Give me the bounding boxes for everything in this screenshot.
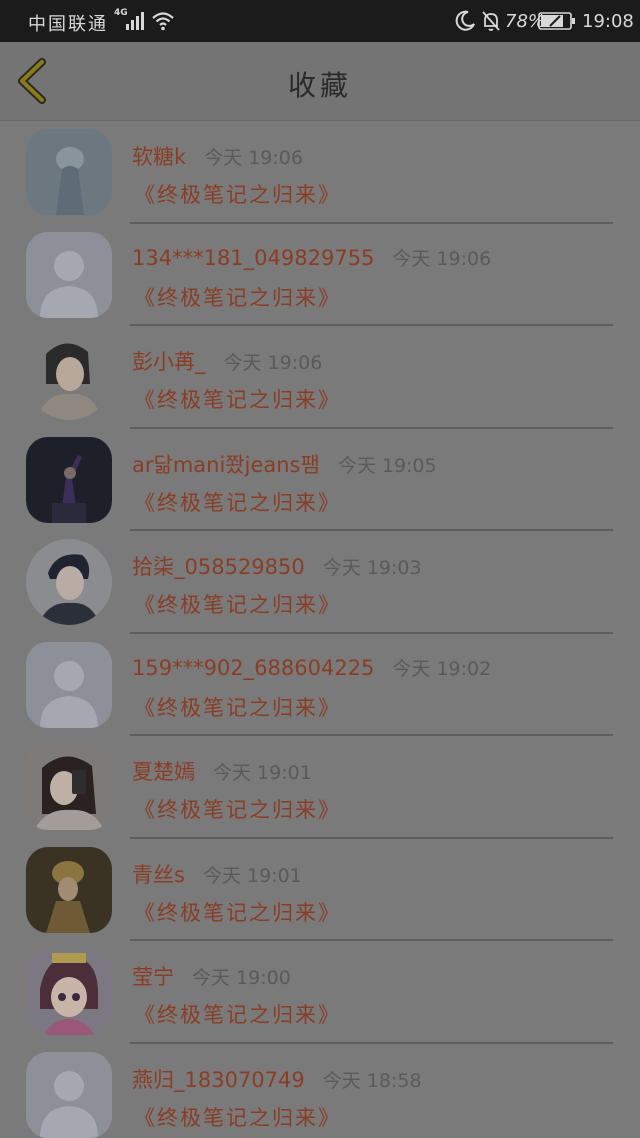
avatar[interactable]	[26, 641, 112, 728]
name-line: 拾柒_058529850 今天 19:03	[132, 551, 422, 581]
book-title[interactable]: 《终极笔记之归来》	[134, 897, 341, 927]
timestamp: 今天 19:01	[213, 762, 312, 784]
avatar[interactable]	[26, 539, 112, 625]
user-name[interactable]: 彭小苒_	[132, 350, 206, 374]
name-line: ar닮mani쫬jeans팸 今天 19:05	[132, 449, 437, 479]
timestamp: 今天 18:58	[322, 1069, 422, 1092]
book-title[interactable]: 《终极笔记之归来》	[134, 282, 341, 312]
book-title[interactable]: 《终极笔记之归来》	[134, 487, 341, 517]
timestamp: 今天 19:06	[392, 247, 492, 270]
list-item[interactable]: 夏楚嫣 今天 19:01 《终极笔记之归来》	[0, 736, 640, 839]
name-line: 青丝s 今天 19:01	[132, 859, 302, 889]
book-title[interactable]: 《终极笔记之归来》	[134, 589, 341, 619]
list-item[interactable]: 燕归_183070749 今天 18:58 《终极笔记之归来》	[0, 1044, 640, 1138]
list-item[interactable]: 彭小苒_ 今天 19:06 《终极笔记之归来》	[0, 326, 640, 429]
avatar[interactable]	[26, 129, 112, 215]
user-name[interactable]: 莹宁	[132, 965, 174, 989]
bell-off-icon	[482, 11, 500, 31]
list-item[interactable]: 159***902_688604225 今天 19:02 《终极笔记之归来》	[0, 634, 640, 736]
avatar[interactable]	[26, 1051, 112, 1138]
user-name[interactable]: 青丝s	[132, 863, 185, 887]
signal-icon	[126, 12, 144, 30]
book-title[interactable]: 《终极笔记之归来》	[134, 794, 341, 824]
user-name[interactable]: 燕归_183070749	[132, 1068, 305, 1092]
name-line: 彭小苒_ 今天 19:06	[132, 346, 322, 376]
timestamp: 今天 19:05	[337, 454, 437, 477]
name-line: 134***181_049829755 今天 19:06	[132, 244, 491, 271]
avatar[interactable]	[26, 846, 112, 933]
nav-bar: 收藏	[0, 42, 640, 121]
favorites-screen: 中国联通 4G 78% 19:08 收藏 软糖k 今天 19:06 《终极笔记之…	[0, 0, 640, 1138]
favorites-list: 软糖k 今天 19:06 《终极笔记之归来》 134***181_049829755 今…	[0, 121, 640, 1138]
name-line: 莹宁 今天 19:00	[132, 961, 291, 991]
moon-icon	[455, 10, 475, 31]
avatar[interactable]	[26, 436, 112, 523]
avatar[interactable]	[26, 744, 112, 830]
timestamp: 今天 19:03	[322, 557, 422, 579]
avatar[interactable]	[26, 949, 112, 1035]
name-line: 软糖k 今天 19:06	[132, 141, 303, 171]
avatar[interactable]	[26, 334, 112, 420]
name-line: 燕归_183070749 今天 18:58	[132, 1064, 422, 1094]
user-name[interactable]: 拾柒_058529850	[132, 555, 305, 579]
name-line: 159***902_688604225 今天 19:02	[132, 654, 491, 681]
timestamp: 今天 19:00	[192, 967, 291, 989]
book-title[interactable]: 《终极笔记之归来》	[134, 692, 341, 722]
user-name[interactable]: 夏楚嫣	[132, 760, 195, 784]
status-time: 19:08	[582, 11, 634, 32]
timestamp: 今天 19:02	[392, 657, 492, 680]
battery-icon	[538, 12, 575, 30]
book-title[interactable]: 《终极笔记之归来》	[134, 384, 341, 414]
user-name[interactable]: 159***902_688604225	[132, 656, 374, 680]
avatar[interactable]	[26, 231, 112, 318]
list-item[interactable]: 软糖k 今天 19:06 《终极笔记之归来》	[0, 121, 640, 224]
page-title: 收藏	[287, 69, 352, 102]
list-item[interactable]: ar닮mani쫬jeans팸 今天 19:05 《终极笔记之归来》	[0, 429, 640, 531]
list-item[interactable]: 拾柒_058529850 今天 19:03 《终极笔记之归来》	[0, 531, 640, 634]
list-item[interactable]: 莹宁 今天 19:00 《终极笔记之归来》	[0, 941, 640, 1044]
wifi-icon	[152, 12, 174, 31]
user-name[interactable]: ar닮mani쫬jeans팸	[132, 453, 320, 477]
carrier-label: 中国联通	[28, 14, 108, 35]
list-item[interactable]: 青丝s 今天 19:01 《终极笔记之归来》	[0, 839, 640, 941]
name-line: 夏楚嫣 今天 19:01	[132, 756, 312, 786]
status-bar: 中国联通 4G 78% 19:08	[0, 0, 640, 42]
book-title[interactable]: 《终极笔记之归来》	[134, 179, 341, 209]
book-title[interactable]: 《终极笔记之归来》	[134, 1102, 341, 1132]
user-name[interactable]: 134***181_049829755	[132, 246, 374, 270]
list-item[interactable]: 134***181_049829755 今天 19:06 《终极笔记之归来》	[0, 224, 640, 326]
timestamp: 今天 19:06	[204, 147, 303, 169]
user-name[interactable]: 软糖k	[132, 145, 186, 169]
timestamp: 今天 19:01	[202, 864, 302, 887]
book-title[interactable]: 《终极笔记之归来》	[134, 999, 341, 1029]
timestamp: 今天 19:06	[223, 352, 323, 374]
